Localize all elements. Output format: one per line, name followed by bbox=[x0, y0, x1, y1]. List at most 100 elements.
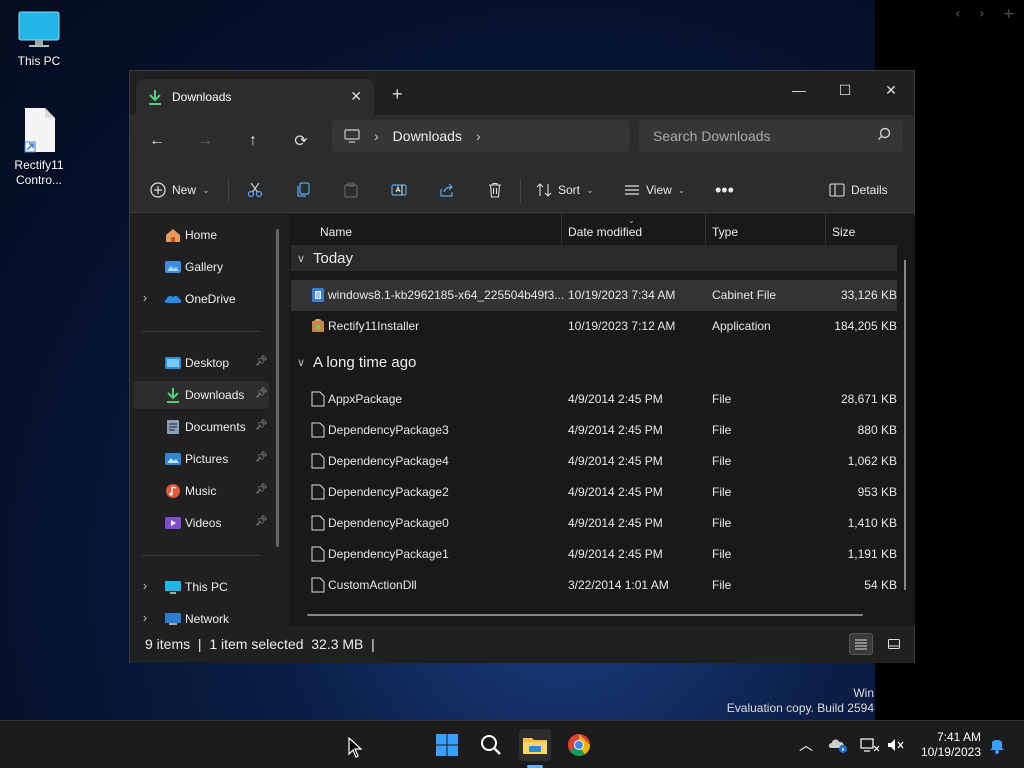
sort-label: Sort bbox=[558, 183, 581, 197]
chevron-right-icon[interactable]: › bbox=[143, 611, 147, 625]
up-button[interactable]: ↑ bbox=[237, 127, 269, 155]
tiles-view-button[interactable] bbox=[882, 633, 906, 655]
search-box[interactable]: Search Downloads bbox=[639, 120, 903, 152]
file-type: Application bbox=[712, 319, 771, 333]
file-type: File bbox=[712, 454, 732, 468]
volume-tray-button[interactable] bbox=[880, 729, 912, 761]
file-type: File bbox=[712, 485, 732, 499]
navigation-bar: ← → ↑ ⟳ › Downloads › Search Downloads bbox=[130, 115, 914, 167]
cut-button[interactable] bbox=[247, 167, 263, 213]
details-view-button[interactable] bbox=[849, 633, 873, 655]
file-icon bbox=[311, 515, 325, 531]
sidebar-item-label: Documents bbox=[185, 420, 246, 434]
breadcrumb-downloads[interactable]: Downloads bbox=[393, 128, 462, 144]
file-explorer-taskbar-button[interactable] bbox=[519, 729, 551, 761]
address-bar[interactable]: › Downloads › bbox=[332, 120, 630, 152]
table-row[interactable]: AppxPackage 4/9/2014 2:45 PM File 28,671… bbox=[291, 384, 897, 415]
new-label: New bbox=[172, 183, 197, 197]
onedrive-tray-button[interactable] bbox=[822, 729, 854, 761]
desktop-icon-this-pc[interactable]: This PC bbox=[9, 10, 69, 69]
list-view-icon bbox=[625, 185, 639, 195]
new-button[interactable]: New ⌄ bbox=[150, 167, 210, 213]
table-row[interactable]: CustomActionDll 3/22/2014 1:01 AM File 5… bbox=[291, 570, 897, 601]
table-row[interactable]: DependencyPackage3 4/9/2014 2:45 PM File… bbox=[291, 415, 897, 446]
command-bar: New ⌄ Sort ⌄ View ⌄ ••• Details bbox=[130, 167, 914, 213]
horizontal-scrollbar[interactable] bbox=[307, 614, 863, 616]
close-window-button[interactable]: ✕ bbox=[868, 75, 914, 105]
clock[interactable]: 7:41 AM 10/19/2023 bbox=[921, 730, 981, 760]
rename-button[interactable] bbox=[391, 167, 407, 213]
more-options-button[interactable]: ••• bbox=[715, 167, 734, 213]
plus-circle-icon bbox=[150, 182, 166, 198]
sidebar-item-pictures[interactable]: Pictures 📌︎ bbox=[133, 445, 269, 473]
close-tab-icon[interactable]: ✕ bbox=[350, 88, 362, 105]
music-icon bbox=[166, 484, 180, 498]
copy-button[interactable] bbox=[295, 167, 311, 213]
sidebar-item-onedrive[interactable]: › OneDrive bbox=[133, 285, 269, 313]
chevron-right-icon[interactable]: › bbox=[476, 128, 481, 144]
chevron-down-icon: ⌄ bbox=[202, 184, 210, 195]
tab-downloads[interactable]: Downloads ✕ bbox=[136, 79, 374, 115]
notifications-button[interactable] bbox=[981, 729, 1013, 761]
chevron-down-icon: ∨ bbox=[297, 252, 306, 265]
sidebar-item-documents[interactable]: Documents 📌︎ bbox=[133, 413, 269, 441]
maximize-button[interactable]: ☐ bbox=[822, 75, 868, 105]
file-size: 880 KB bbox=[857, 423, 897, 437]
mouse-cursor-icon bbox=[348, 737, 363, 758]
file-type: File bbox=[712, 547, 732, 561]
sidebar-item-downloads[interactable]: Downloads 📌︎ bbox=[133, 381, 269, 409]
chevron-right-icon[interactable]: › bbox=[143, 291, 147, 305]
share-icon bbox=[440, 183, 453, 197]
sort-button[interactable]: Sort ⌄ bbox=[536, 167, 594, 213]
status-text: 9 items | 1 item selected 32.3 MB | bbox=[145, 636, 375, 652]
minimize-button[interactable]: — bbox=[776, 75, 822, 105]
table-row[interactable]: DependencyPackage0 4/9/2014 2:45 PM File… bbox=[291, 508, 897, 539]
chevron-right-icon[interactable]: › bbox=[143, 579, 147, 593]
chevron-right-icon[interactable]: › bbox=[374, 128, 379, 144]
sidebar-item-this-pc[interactable]: › This PC bbox=[133, 573, 269, 601]
sidebar-item-gallery[interactable]: Gallery bbox=[133, 253, 269, 281]
new-tab-icon[interactable]: + bbox=[392, 84, 403, 105]
file-date: 4/9/2014 2:45 PM bbox=[568, 454, 663, 468]
search-button[interactable] bbox=[475, 729, 507, 761]
sidebar-item-label: Home bbox=[185, 228, 218, 242]
share-button[interactable] bbox=[439, 167, 455, 213]
file-type: File bbox=[712, 423, 732, 437]
sort-indicator-icon: ⌄ bbox=[628, 216, 635, 225]
sidebar-scrollbar[interactable] bbox=[276, 229, 279, 547]
table-row[interactable]: DependencyPackage2 4/9/2014 2:45 PM File… bbox=[291, 477, 897, 508]
forward-button[interactable]: → bbox=[189, 127, 221, 155]
start-button[interactable] bbox=[431, 729, 463, 761]
chrome-taskbar-button[interactable] bbox=[563, 729, 595, 761]
back-button[interactable]: ← bbox=[141, 127, 173, 155]
clock-date: 10/19/2023 bbox=[920, 745, 981, 759]
details-view-icon bbox=[855, 639, 867, 650]
view-button[interactable]: View ⌄ bbox=[624, 167, 685, 213]
paste-button[interactable] bbox=[343, 167, 359, 213]
delete-button[interactable] bbox=[487, 167, 503, 213]
file-name: AppxPackage bbox=[328, 392, 403, 406]
file-date: 4/9/2014 2:45 PM bbox=[568, 392, 663, 406]
table-row[interactable]: DependencyPackage4 4/9/2014 2:45 PM File… bbox=[291, 446, 897, 477]
sidebar-item-desktop[interactable]: Desktop 📌︎ bbox=[133, 349, 269, 377]
group-header-a-long-time-ago[interactable]: ∨ A long time ago bbox=[291, 349, 897, 375]
sidebar-item-network[interactable]: › Network bbox=[133, 605, 269, 626]
details-pane-button[interactable]: Details bbox=[829, 167, 888, 213]
file-date: 4/9/2014 2:45 PM bbox=[568, 547, 663, 561]
table-row[interactable]: Rectify11Installer 10/19/2023 7:12 AM Ap… bbox=[291, 311, 897, 342]
refresh-button[interactable]: ⟳ bbox=[285, 127, 317, 155]
plus-icon: + bbox=[1003, 6, 1015, 22]
sidebar-item-videos[interactable]: Videos 📌︎ bbox=[133, 509, 269, 537]
computer-icon bbox=[165, 581, 181, 594]
sidebar-item-label: This PC bbox=[185, 580, 228, 594]
sidebar-item-music[interactable]: Music 📌︎ bbox=[133, 477, 269, 505]
show-hidden-icons-button[interactable]: ︿ bbox=[790, 729, 822, 761]
sidebar-item-home[interactable]: Home bbox=[133, 221, 269, 249]
toolbar-divider bbox=[520, 179, 521, 203]
vertical-scrollbar[interactable] bbox=[904, 260, 906, 590]
group-header-today[interactable]: ∨ Today bbox=[291, 245, 897, 271]
download-icon bbox=[149, 90, 161, 105]
desktop-icon-rectify11-control[interactable]: Rectify11 Contro... bbox=[9, 106, 69, 188]
table-row[interactable]: windows8.1-kb2962185-x64_225504b49f3... … bbox=[291, 280, 897, 311]
table-row[interactable]: DependencyPackage1 4/9/2014 2:45 PM File… bbox=[291, 539, 897, 570]
